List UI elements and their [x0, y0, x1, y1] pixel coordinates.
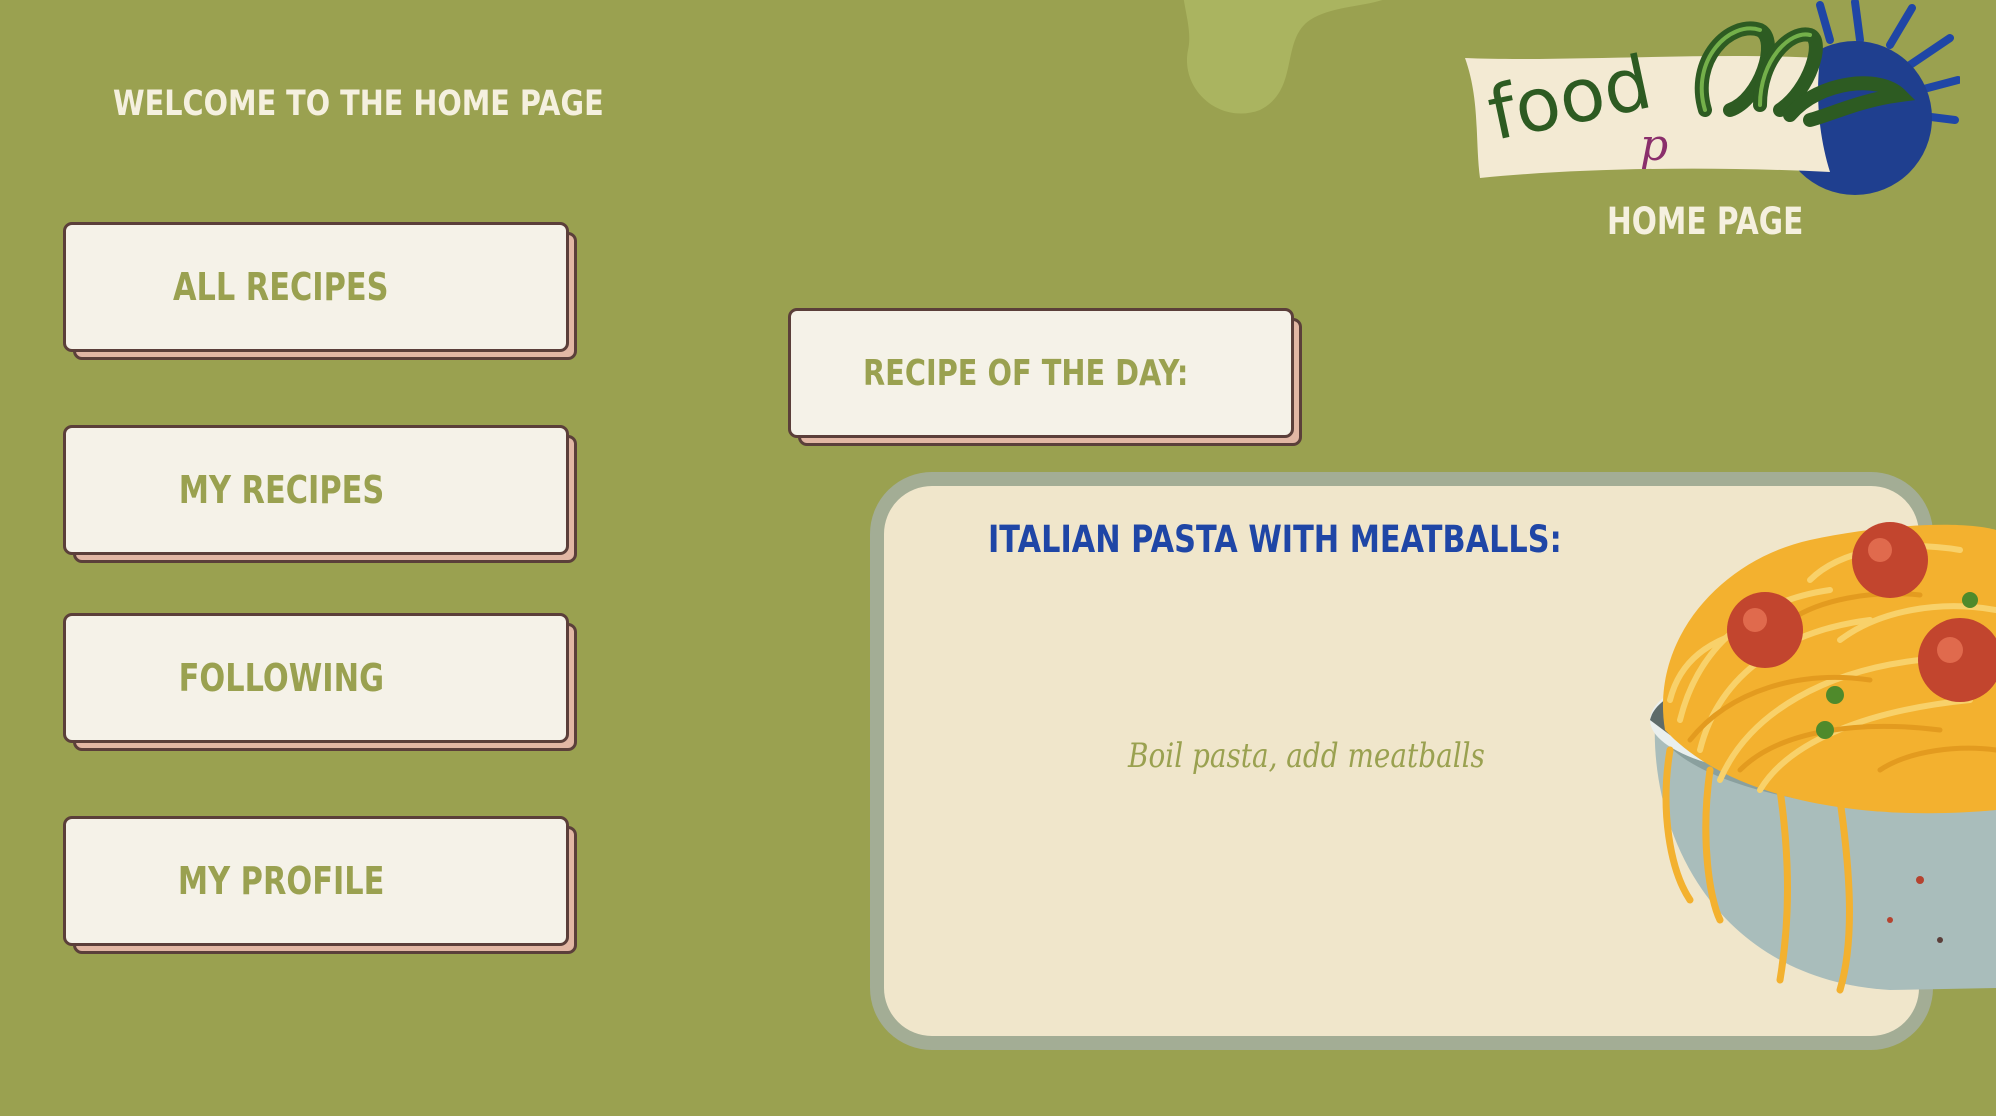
- all-recipes-button[interactable]: ALL RECIPES: [63, 222, 577, 360]
- following-label: FOLLOWING: [178, 656, 384, 700]
- decorative-blob: [1183, 0, 1383, 114]
- foodapps-logo-icon: food p: [1465, 0, 1960, 195]
- all-recipes-label: ALL RECIPES: [173, 265, 389, 309]
- home-page: WELCOME TO THE HOME PAGE ALL RECIPES MY …: [0, 0, 1996, 1116]
- following-button[interactable]: FOLLOWING: [63, 613, 577, 751]
- recipe-of-the-day-box: RECIPE OF THE DAY:: [788, 308, 1302, 446]
- button-face[interactable]: MY PROFILE: [63, 816, 569, 946]
- button-face[interactable]: ALL RECIPES: [63, 222, 569, 352]
- my-profile-button[interactable]: MY PROFILE: [63, 816, 577, 954]
- recipe-of-the-day-heading: RECIPE OF THE DAY:: [863, 353, 1189, 394]
- page-label: HOME PAGE: [1607, 200, 1804, 243]
- recipe-title: ITALIAN PASTA WITH MEATBALLS:: [988, 518, 1562, 561]
- svg-text:p: p: [1640, 120, 1668, 171]
- button-face[interactable]: MY RECIPES: [63, 425, 569, 555]
- my-recipes-button[interactable]: MY RECIPES: [63, 425, 577, 563]
- welcome-heading: WELCOME TO THE HOME PAGE: [113, 84, 604, 124]
- box-face: RECIPE OF THE DAY:: [788, 308, 1294, 438]
- my-recipes-label: MY RECIPES: [178, 468, 384, 512]
- my-profile-label: MY PROFILE: [177, 859, 385, 903]
- button-face[interactable]: FOLLOWING: [63, 613, 569, 743]
- spaghetti-bowl-icon: [1650, 522, 1996, 994]
- recipe-description: Boil pasta, add meatballs: [1128, 736, 1485, 776]
